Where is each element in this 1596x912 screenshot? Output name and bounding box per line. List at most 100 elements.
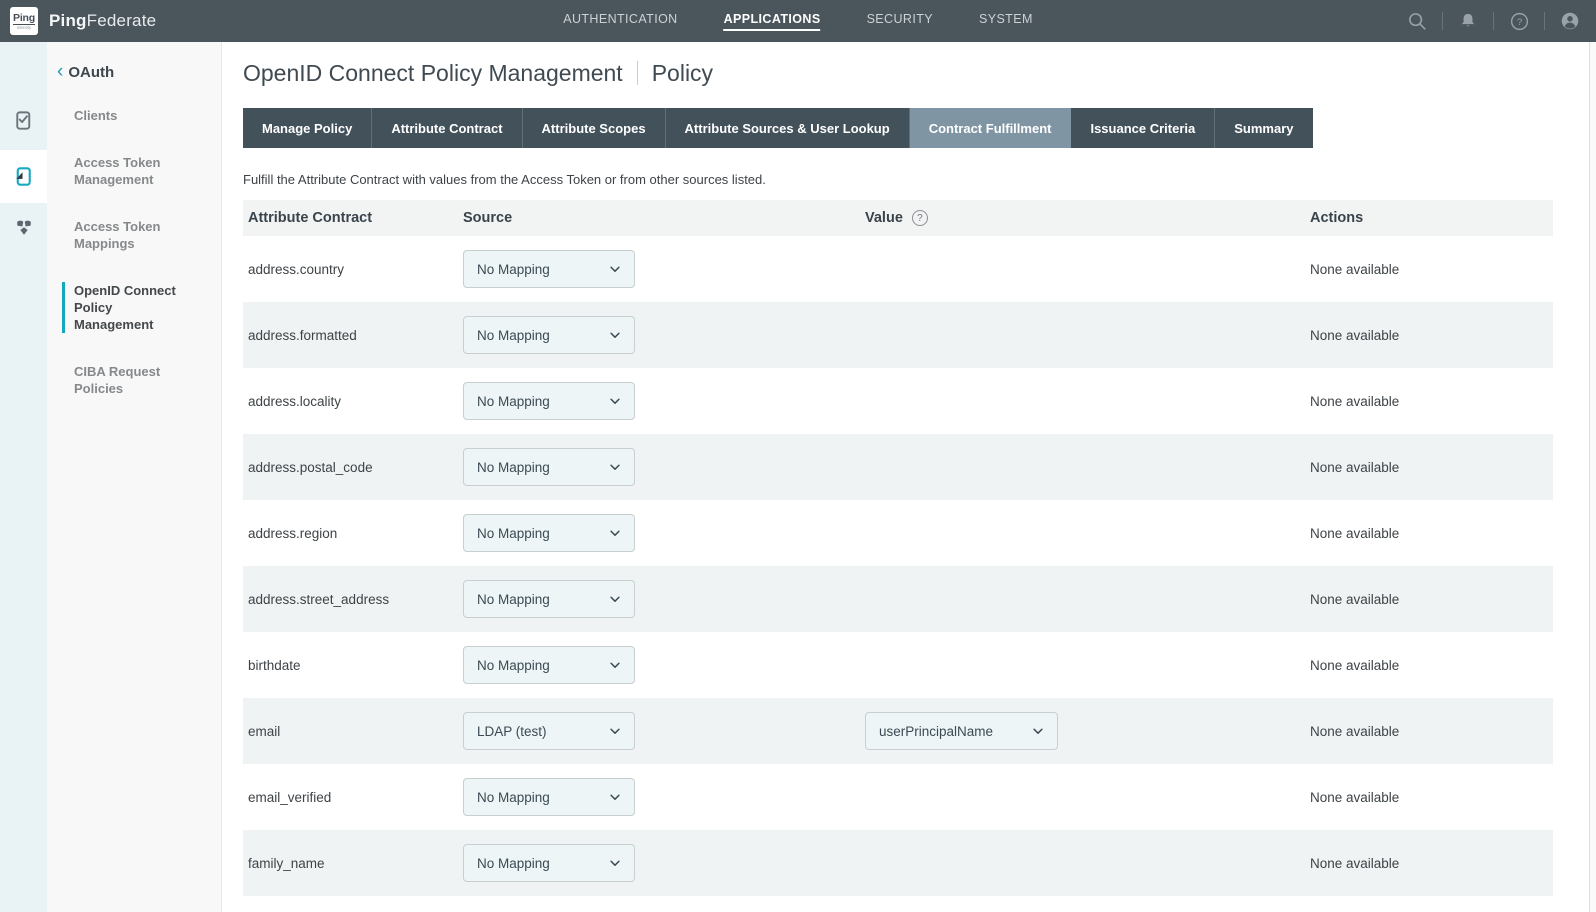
tab-contract-fulfillment[interactable]: Contract Fulfillment — [910, 108, 1072, 148]
chevron-down-icon — [608, 526, 622, 540]
source-select[interactable]: No Mapping — [463, 646, 635, 684]
source-cell: No Mapping — [458, 250, 860, 288]
search-icon[interactable] — [1405, 9, 1429, 33]
source-select[interactable]: No Mapping — [463, 250, 635, 288]
source-cell: No Mapping — [458, 646, 860, 684]
attribute-name: address.postal_code — [243, 460, 458, 475]
page-title: OpenID Connect Policy Management Policy — [243, 58, 1553, 88]
source-select-label: No Mapping — [477, 262, 550, 277]
sidebar-item-ciba-request-policies[interactable]: CIBA Request Policies — [62, 363, 192, 397]
sidebar-item-openid-connect-policy-management[interactable]: OpenID Connect Policy Management — [62, 282, 192, 333]
col-header-attribute-contract: Attribute Contract — [243, 210, 458, 226]
chevron-down-icon — [608, 856, 622, 870]
chevron-down-icon — [608, 394, 622, 408]
actions-text: None available — [1305, 856, 1553, 871]
tab-attribute-contract[interactable]: Attribute Contract — [372, 108, 522, 148]
sidebar-back-oauth[interactable]: ‹ OAuth — [47, 64, 221, 81]
actions-text: None available — [1305, 724, 1553, 739]
icon-rail — [0, 42, 47, 912]
source-cell: No Mapping — [458, 580, 860, 618]
actions-text: None available — [1305, 460, 1553, 475]
col-header-source: Source — [458, 210, 860, 226]
tab-issuance-criteria[interactable]: Issuance Criteria — [1071, 108, 1215, 148]
icon-separator — [1493, 12, 1494, 30]
nav-item-applications[interactable]: APPLICATIONS — [724, 12, 821, 31]
scrollbar[interactable] — [1589, 42, 1596, 912]
sidebar-list: Clients Access Token Management Access Tok… — [47, 107, 221, 397]
attribute-name: address.country — [243, 262, 458, 277]
page-description: Fulfill the Attribute Contract with valu… — [243, 172, 1553, 187]
product-name-light: Federate — [87, 11, 157, 30]
value-help-icon[interactable]: ? — [912, 210, 928, 226]
actions-text: None available — [1305, 262, 1553, 277]
help-icon[interactable]: ? — [1507, 9, 1531, 33]
chevron-down-icon — [608, 790, 622, 804]
chevron-left-icon: ‹ — [57, 64, 63, 80]
icon-separator — [1442, 12, 1443, 30]
chevron-down-icon — [1031, 724, 1045, 738]
table-header-row: Attribute Contract Source Value ? Action… — [243, 200, 1553, 236]
attribute-name: address.region — [243, 526, 458, 541]
tab-bar: Manage PolicyAttribute ContractAttribute… — [243, 108, 1313, 148]
nav-item-authentication[interactable]: AUTHENTICATION — [563, 12, 677, 31]
actions-text: None available — [1305, 328, 1553, 343]
sidebar-item-access-token-mappings[interactable]: Access Token Mappings — [62, 218, 192, 252]
source-select[interactable]: LDAP (test) — [463, 712, 635, 750]
source-select[interactable]: No Mapping — [463, 580, 635, 618]
shield-icon[interactable] — [12, 216, 36, 240]
source-select-label: No Mapping — [477, 328, 550, 343]
product-name: PingFederate — [49, 11, 156, 31]
source-select-label: No Mapping — [477, 790, 550, 805]
oauth-token-icon[interactable] — [12, 164, 36, 188]
source-select-label: No Mapping — [477, 592, 550, 607]
attribute-name: address.locality — [243, 394, 458, 409]
page-subtitle-text: Policy — [652, 60, 713, 87]
svg-text:?: ? — [1516, 17, 1521, 28]
source-select[interactable]: No Mapping — [463, 382, 635, 420]
sidebar-item-clients[interactable]: Clients — [62, 107, 192, 124]
source-select[interactable]: No Mapping — [463, 448, 635, 486]
nav-icons: ? — [1405, 0, 1596, 42]
brand: Ping Identity PingFederate — [0, 7, 156, 35]
tab-summary[interactable]: Summary — [1215, 108, 1312, 148]
source-select[interactable]: No Mapping — [463, 316, 635, 354]
source-cell: No Mapping — [458, 844, 860, 882]
value-select[interactable]: userPrincipalName — [865, 712, 1058, 750]
title-divider — [637, 61, 638, 85]
source-cell: No Mapping — [458, 382, 860, 420]
source-cell: No Mapping — [458, 448, 860, 486]
sidebar: ‹ OAuth Clients Access Token Management Ac… — [47, 42, 222, 912]
sidebar-item-access-token-management[interactable]: Access Token Management — [62, 154, 192, 188]
bell-icon[interactable] — [1456, 9, 1480, 33]
chevron-down-icon — [608, 592, 622, 606]
source-select-label: No Mapping — [477, 856, 550, 871]
tab-attribute-sources-user-lookup[interactable]: Attribute Sources & User Lookup — [666, 108, 910, 148]
clients-check-icon[interactable] — [12, 108, 36, 132]
ping-logo-subtext: Identity — [17, 25, 32, 30]
source-select[interactable]: No Mapping — [463, 778, 635, 816]
table-row: address.formattedNo MappingNone availabl… — [243, 302, 1553, 368]
table-row: address.street_addressNo MappingNone ava… — [243, 566, 1553, 632]
source-cell: No Mapping — [458, 316, 860, 354]
source-select[interactable]: No Mapping — [463, 514, 635, 552]
attribute-name: email — [243, 724, 458, 739]
table-row: email LDAP (test) userPrincipalName None av… — [243, 698, 1553, 764]
nav-item-system[interactable]: SYSTEM — [979, 12, 1033, 31]
ping-logo-text: Ping — [13, 13, 35, 25]
table-row: address.country No Mapping None available — [243, 236, 1553, 302]
table-body: address.countryNo MappingNone availablea… — [243, 236, 1553, 896]
product-name-bold: Ping — [49, 11, 87, 30]
table-row: address.localityNo MappingNone available — [243, 368, 1553, 434]
app-body: ‹ OAuth Clients Access Token Management Ac… — [0, 42, 1596, 912]
source-select[interactable]: No Mapping — [463, 844, 635, 882]
main-content: OpenID Connect Policy Management Policy … — [222, 42, 1596, 912]
source-select-label: No Mapping — [477, 394, 550, 409]
chevron-down-icon — [608, 658, 622, 672]
tab-manage-policy[interactable]: Manage Policy — [243, 108, 372, 148]
chevron-down-icon — [608, 328, 622, 342]
tab-attribute-scopes[interactable]: Attribute Scopes — [523, 108, 666, 148]
user-icon[interactable] — [1558, 9, 1582, 33]
attribute-name: family_name — [243, 856, 458, 871]
source-cell: LDAP (test) — [458, 712, 860, 750]
nav-item-security[interactable]: SECURITY — [867, 12, 933, 31]
